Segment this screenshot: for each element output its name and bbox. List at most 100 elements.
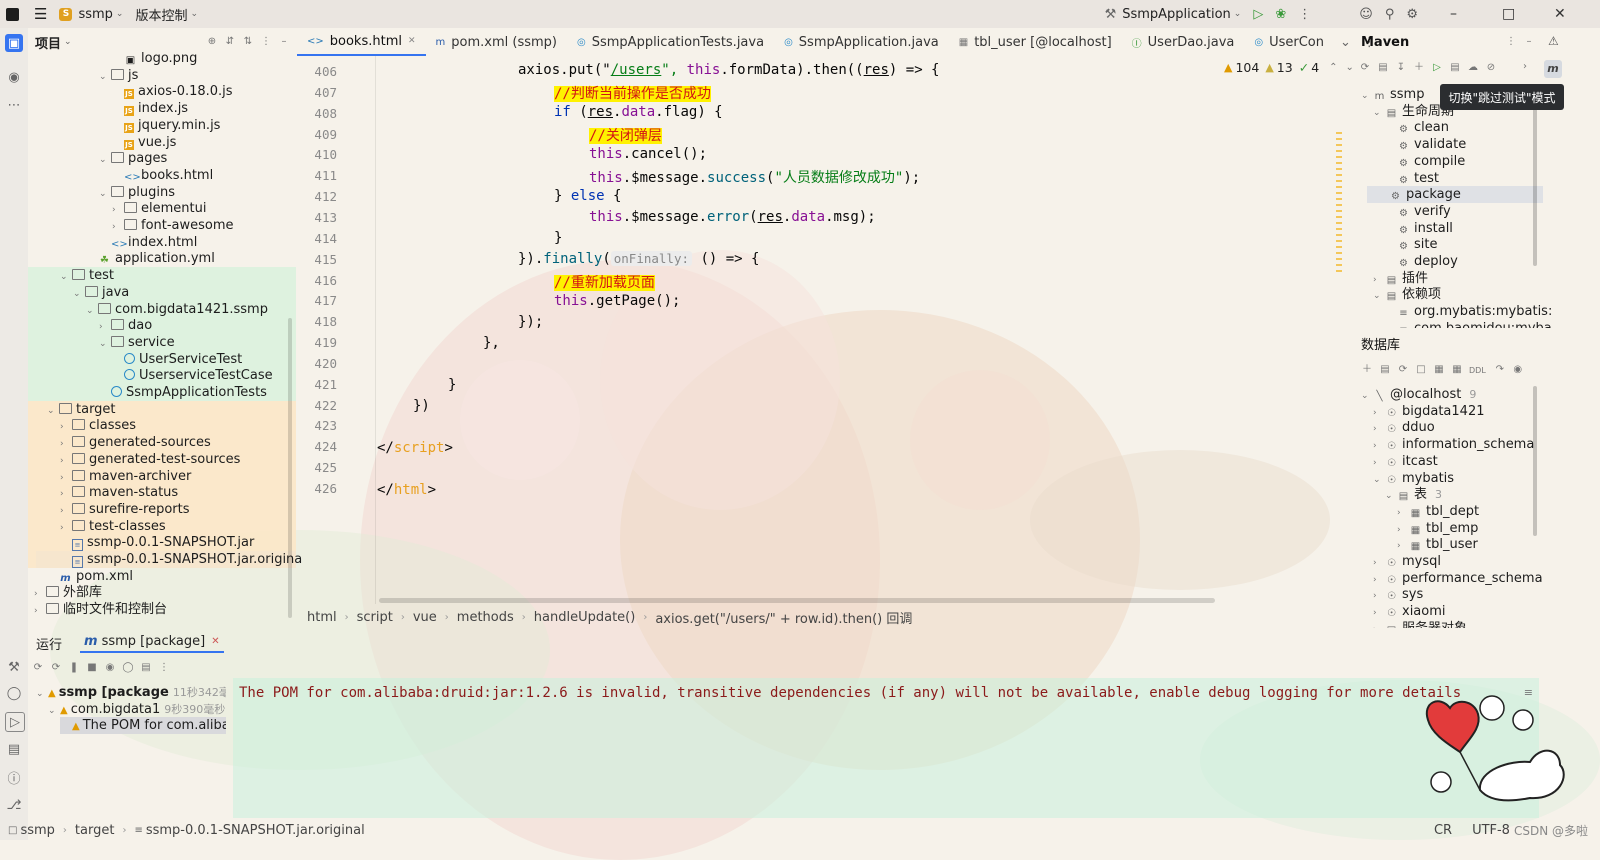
commit-icon[interactable]: ◉ (5, 68, 23, 86)
code-line-426[interactable]: </html> (377, 482, 436, 498)
breadcrumb-item[interactable]: axios.get("/users/" + row.id).then() 回调 (655, 608, 912, 627)
app-logo-icon[interactable] (0, 0, 28, 28)
code-line-424[interactable]: </script> (377, 440, 453, 456)
terminal-icon[interactable]: ▤ (5, 740, 23, 758)
hide-panel-icon[interactable]: – (1523, 36, 1535, 48)
chevron-down-icon[interactable]: ⌄ (99, 69, 111, 86)
breadcrumb-item[interactable]: vue (413, 610, 437, 625)
error-stripe[interactable] (1336, 132, 1342, 272)
chevron-down-icon[interactable]: ⌄ (99, 186, 111, 203)
tab-ssmpapplicationtests-java[interactable]: ◎ SsmpApplicationTests.java (567, 28, 774, 56)
hide-panel-icon[interactable]: – (278, 36, 290, 48)
maven-node-install[interactable]: ⚙ install (1385, 220, 1453, 237)
project-tool-icon[interactable]: ▣ (5, 34, 23, 52)
maximize-icon[interactable]: □ (1496, 0, 1548, 28)
maven-node-ssmp[interactable]: ⌄ m ssmp (1361, 86, 1424, 103)
tree-item-ssmp-0-0-1-snapshot-jar-origina[interactable]: ≡ ssmp-0.0.1-SNAPSHOT.jar.origina (36, 551, 302, 568)
pause-icon[interactable]: ❚ (68, 662, 80, 674)
encoding[interactable]: UTF-8 (1472, 823, 1510, 838)
main-menu-icon[interactable]: ☰ (28, 0, 53, 28)
code-line-407[interactable]: //判断当前操作是否成功 (554, 83, 711, 103)
maven-node-com-baomidou-myba[interactable]: ≡ com.baomidou:myba (1385, 320, 1551, 328)
db-node-mysql[interactable]: › ☉ mysql (1373, 553, 1441, 570)
maven-node-clean[interactable]: ⚙ clean (1385, 119, 1449, 136)
run-node[interactable]: ⌄▲ssmp [package11秒342毫秒 (36, 684, 226, 701)
maven-node-compile[interactable]: ⚙ compile (1385, 153, 1465, 170)
maven-node-item[interactable]: › ▤ 插件 (1373, 270, 1428, 287)
line-separator[interactable]: CR (1434, 823, 1452, 838)
tree-item-classes[interactable]: › classes (60, 417, 136, 434)
code-line-418[interactable]: }); (518, 314, 543, 330)
maven-node-validate[interactable]: ⚙ validate (1385, 136, 1466, 153)
breadcrumb-item[interactable]: methods (457, 610, 514, 625)
database-scrollbar[interactable] (1533, 386, 1537, 536)
project-panel-title[interactable]: 项目 (35, 33, 61, 52)
tree-item-test-classes[interactable]: › test-classes (60, 518, 166, 535)
chevron-down-icon[interactable]: ⌄ (1361, 388, 1373, 405)
services-icon[interactable]: ◯ (5, 684, 23, 702)
refresh-icon[interactable]: ⟳ (1397, 364, 1409, 376)
chevron-down-icon[interactable]: ⌄ (1373, 105, 1385, 122)
code-line-406[interactable]: axios.put("/users", this.formData).then(… (518, 62, 939, 78)
tree-item-jquery-min-js[interactable]: JS jquery.min.js (112, 117, 220, 134)
datasource-props-icon[interactable]: ▤ (1379, 364, 1391, 376)
offline-icon[interactable]: ☁ (1467, 62, 1479, 74)
reload-icon[interactable]: ⟳ (1359, 62, 1371, 74)
locate-icon[interactable]: ⊕ (206, 36, 218, 48)
tree-item-userservicetest[interactable]: UserServiceTest (112, 351, 242, 368)
minimize-icon[interactable]: – (1444, 0, 1496, 28)
maven-node-site[interactable]: ⚙ site (1385, 236, 1437, 253)
tree-item-surefire-reports[interactable]: › surefire-reports (60, 501, 189, 518)
db-node-mybatis[interactable]: ⌄ ☉ mybatis (1373, 470, 1454, 487)
tree-item-font-awesome[interactable]: › font-awesome (112, 217, 234, 234)
tree-item-userservicetestcase[interactable]: UserserviceTestCase (112, 367, 273, 384)
settings-gear-icon[interactable]: ⚙ (1400, 0, 1424, 28)
run-config-selector[interactable]: ⚒ SsmpApplication ⌄ (1099, 0, 1248, 28)
code-line-412[interactable]: } else { (554, 188, 621, 204)
tree-item-maven-archiver[interactable]: › maven-archiver (60, 468, 191, 485)
status-path-item[interactable]: ssmp (20, 823, 54, 838)
code-line-413[interactable]: this.$message.error(res.data.msg); (589, 209, 876, 225)
jump-console-icon[interactable]: □ (1415, 364, 1427, 376)
code-line-409[interactable]: //关闭弹层 (589, 125, 662, 145)
run-node[interactable]: ⌄ ▲ com.bigdata1 9秒390毫秒 (48, 701, 226, 718)
code-line-411[interactable]: this.$message.success("人员数据修改成功"); (589, 167, 920, 187)
chevron-down-icon[interactable]: ⌄ (99, 336, 111, 353)
db-node-itcast[interactable]: › ☉ itcast (1373, 453, 1438, 470)
tree-item-js[interactable]: ⌄ js (99, 67, 138, 84)
tree-item-java[interactable]: ⌄ java (73, 284, 129, 301)
chevron-down-icon[interactable]: ⌄ (47, 403, 59, 420)
code-line-419[interactable]: }, (483, 335, 500, 351)
code-line-410[interactable]: this.cancel(); (589, 146, 707, 162)
db-node-xiaomi[interactable]: › ☉ xiaomi (1373, 603, 1446, 620)
tree-item-ssmpapplicationtests[interactable]: SsmpApplicationTests (99, 384, 267, 401)
tree-item-books-html[interactable]: <>books.html (112, 167, 213, 184)
tree-item-vue-js[interactable]: JS vue.js (112, 134, 176, 151)
code-line-416[interactable]: //重新加载页面 (554, 272, 655, 292)
run-node[interactable]: ▲ The POM for com.alibab (60, 717, 226, 735)
rerun-failed-icon[interactable]: ⟳ (50, 662, 62, 674)
rerun-icon[interactable]: ⟳ (32, 662, 44, 674)
add-user-icon[interactable]: ☺ (1353, 0, 1379, 28)
tree-item-com-bigdata1421-ssmp[interactable]: ⌄ com.bigdata1421.ssmp (86, 301, 268, 318)
db-node-item[interactable]: ⌄ ▤ 表 3 (1385, 486, 1442, 503)
db-node-tbl-dept[interactable]: › ▦ tbl_dept (1397, 503, 1479, 520)
skip-tests-icon[interactable]: ⊘ (1485, 62, 1497, 74)
chevron-down-icon[interactable]: ⌄ (1361, 88, 1373, 105)
tab-books-html[interactable]: <> books.html ✕ (297, 28, 426, 56)
tree-item-plugins[interactable]: ⌄ plugins (99, 184, 175, 201)
skip-tests-toggle-icon[interactable]: m (1544, 60, 1562, 78)
run-maven-icon[interactable]: ▷ (1431, 62, 1443, 74)
code-line-414[interactable]: } (554, 230, 562, 246)
maven-node-test[interactable]: ⚙ test (1385, 170, 1439, 187)
more-actions-icon[interactable]: ⋮ (158, 662, 170, 674)
status-path-item[interactable]: target (75, 823, 115, 838)
code-line-415[interactable]: }).finally(onFinally: () => { (518, 251, 759, 267)
console-output[interactable]: The POM for com.alibaba:druid:jar:1.2.6 … (233, 678, 1539, 818)
code-line-421[interactable]: } (448, 377, 456, 393)
tree-item-ssmp-0-0-1-snapshot-jar[interactable]: ≡ ssmp-0.0.1-SNAPSHOT.jar (60, 534, 254, 552)
db-node-dduo[interactable]: › ☉ dduo (1373, 419, 1435, 436)
structure-icon[interactable]: ⋯ (5, 96, 23, 114)
close-icon[interactable]: ✕ (1548, 0, 1600, 28)
maven-node-org-mybatis-mybatis[interactable]: ≡ org.mybatis:mybatis: (1385, 303, 1552, 320)
